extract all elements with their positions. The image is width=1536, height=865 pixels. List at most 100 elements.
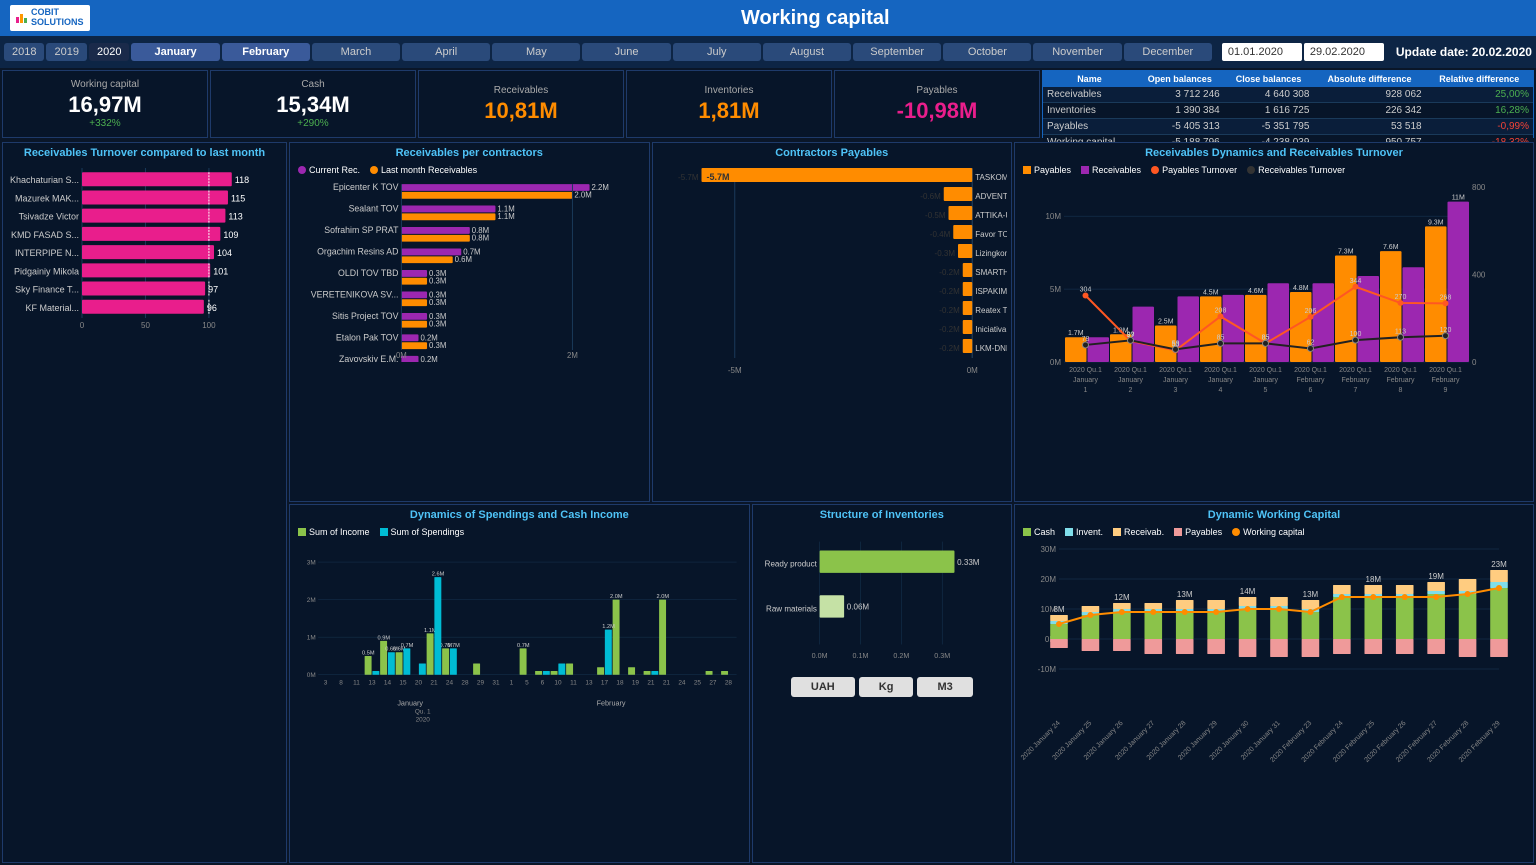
date-from[interactable] (1222, 43, 1302, 61)
svg-text:120: 120 (1440, 327, 1452, 334)
year-2020[interactable]: 2020 (89, 43, 129, 61)
svg-text:LKM-DNIPRO: LKM-DNIPRO (975, 344, 1007, 353)
svg-text:VERETENIKOVA SV...: VERETENIKOVA SV... (311, 289, 399, 299)
svg-text:20M: 20M (1040, 575, 1056, 584)
unit-m3[interactable]: M3 (917, 677, 972, 697)
svg-text:Sky Finance T...: Sky Finance T... (15, 285, 79, 295)
month-april[interactable]: April (402, 43, 490, 61)
svg-text:-0.5M: -0.5M (925, 211, 946, 220)
svg-text:2.2M: 2.2M (592, 183, 609, 192)
svg-text:2020 Qu.1: 2020 Qu.1 (1069, 367, 1102, 374)
svg-text:0.7M: 0.7M (401, 642, 414, 648)
svg-text:100: 100 (202, 321, 216, 330)
svg-text:113: 113 (228, 212, 242, 222)
svg-text:January: January (1253, 377, 1278, 384)
svg-text:-0.6M: -0.6M (920, 192, 941, 201)
kpi-receivables: Receivables 10,81M (418, 70, 624, 138)
svg-text:4: 4 (1219, 387, 1223, 394)
svg-text:18M: 18M (1366, 575, 1382, 584)
svg-text:0: 0 (1472, 358, 1477, 367)
svg-text:ADVENT INVEST. T...: ADVENT INVEST. T... (975, 192, 1007, 201)
legend-spendings-sq (380, 528, 388, 536)
legend-last-dot (370, 166, 378, 174)
svg-text:-0.3M: -0.3M (934, 249, 955, 258)
year-2018[interactable]: 2018 (4, 43, 44, 61)
legend-income-sq (298, 528, 306, 536)
month-july[interactable]: July (673, 43, 761, 61)
svg-text:0.3M: 0.3M (429, 298, 446, 307)
recv-dynamics-chart: Receivables Dynamics and Receivables Tur… (1014, 142, 1534, 502)
svg-text:5: 5 (525, 679, 529, 686)
svg-text:0.6M: 0.6M (385, 646, 398, 652)
svg-text:ISPAKIM TOV: ISPAKIM TOV (975, 287, 1007, 296)
month-march[interactable]: March (312, 43, 400, 61)
year-2019[interactable]: 2019 (46, 43, 86, 61)
dwc-cash (1023, 528, 1031, 536)
svg-text:109: 109 (223, 230, 238, 240)
svg-text:Zavoyskiy E.M.: Zavoyskiy E.M. (339, 354, 398, 362)
svg-text:50: 50 (141, 321, 150, 330)
right-col: Receivables Dynamics and Receivables Tur… (1014, 142, 1534, 863)
svg-text:24: 24 (678, 679, 686, 686)
svg-text:400: 400 (1472, 271, 1486, 280)
svg-text:0.9M: 0.9M (378, 635, 391, 641)
svg-text:1.1M: 1.1M (497, 212, 514, 221)
legend-last: Last month Receivables (370, 165, 477, 175)
month-december[interactable]: December (1124, 43, 1212, 61)
dynamic-wc-legend: Cash Invent. Receivab. Payables Working … (1019, 525, 1529, 539)
svg-text:268: 268 (1440, 294, 1452, 301)
svg-text:-0.2M: -0.2M (939, 268, 960, 277)
svg-text:Sitis Project TOV: Sitis Project TOV (332, 311, 399, 321)
month-september[interactable]: September (853, 43, 941, 61)
svg-text:1.2M: 1.2M (602, 624, 615, 630)
svg-text:2: 2 (1129, 387, 1133, 394)
svg-text:11: 11 (570, 679, 577, 686)
svg-text:2M: 2M (307, 597, 316, 604)
svg-text:9: 9 (1444, 387, 1448, 394)
date-range (1222, 43, 1384, 61)
svg-text:3: 3 (1174, 387, 1178, 394)
svg-text:7.3M: 7.3M (1338, 249, 1354, 256)
svg-text:Etalon Pak TOV: Etalon Pak TOV (336, 332, 399, 342)
svg-text:-0.4M: -0.4M (929, 230, 950, 239)
svg-text:17: 17 (601, 679, 609, 686)
svg-text:13M: 13M (1177, 590, 1193, 599)
svg-text:10: 10 (554, 679, 562, 686)
nav-bar: 2018 2019 2020 January February March Ap… (0, 36, 1536, 68)
svg-text:18: 18 (616, 679, 624, 686)
kpi-payables: Payables -10,98M (834, 70, 1040, 138)
svg-text:24: 24 (446, 679, 454, 686)
svg-text:344: 344 (1350, 278, 1362, 285)
svg-text:Raw materials: Raw materials (766, 604, 817, 613)
svg-text:2.6M: 2.6M (432, 571, 445, 577)
month-november[interactable]: November (1033, 43, 1121, 61)
unit-kg[interactable]: Kg (859, 677, 914, 697)
svg-text:28: 28 (725, 679, 733, 686)
month-october[interactable]: October (943, 43, 1031, 61)
month-january[interactable]: January (131, 43, 219, 61)
svg-text:0.1M: 0.1M (852, 651, 868, 659)
logo-icon (16, 14, 27, 23)
date-to[interactable] (1304, 43, 1384, 61)
unit-uah[interactable]: UAH (791, 677, 855, 697)
svg-text:Tsivadze Victor: Tsivadze Victor (19, 212, 79, 222)
svg-text:15: 15 (399, 679, 407, 686)
svg-text:February: February (597, 698, 626, 707)
svg-text:2.0M: 2.0M (610, 594, 623, 600)
svg-text:-10M: -10M (1038, 665, 1057, 674)
svg-text:2020 Qu.1: 2020 Qu.1 (1339, 367, 1372, 374)
svg-text:104: 104 (217, 248, 232, 258)
svg-text:February: February (1386, 377, 1415, 384)
month-february[interactable]: February (222, 43, 310, 61)
recv-contractors-legend: Current Rec. Last month Receivables (294, 163, 645, 177)
month-june[interactable]: June (582, 43, 670, 61)
svg-text:Favor TOV: Favor TOV (975, 230, 1007, 239)
month-may[interactable]: May (492, 43, 580, 61)
svg-text:Sofrahim SP PRAT: Sofrahim SP PRAT (324, 225, 399, 235)
svg-text:2020 Qu.1: 2020 Qu.1 (1294, 367, 1327, 374)
svg-text:OLDI TOV TBD: OLDI TOV TBD (338, 268, 398, 278)
month-august[interactable]: August (763, 43, 851, 61)
svg-text:SMARTHIM TOV: SMARTHIM TOV (975, 268, 1007, 277)
svg-text:30M: 30M (1040, 545, 1056, 554)
svg-text:19M: 19M (1428, 572, 1444, 581)
